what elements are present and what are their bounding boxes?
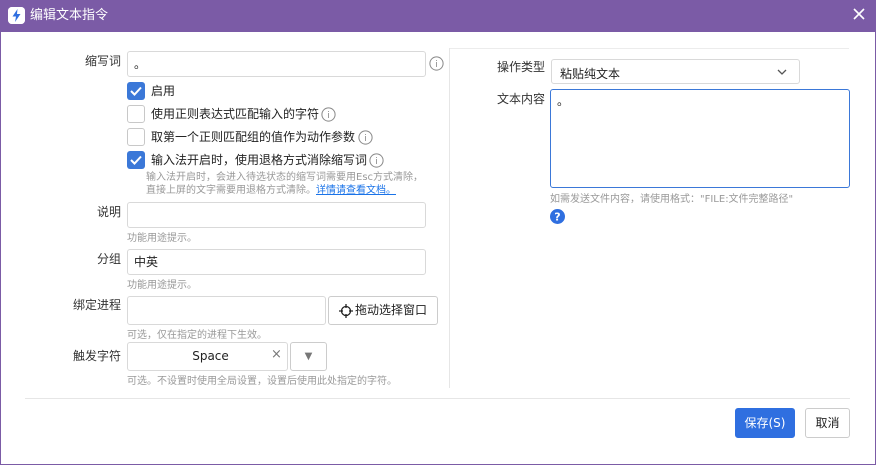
description-input[interactable] <box>127 202 426 228</box>
info-icon[interactable]: i <box>429 56 444 71</box>
dialog-window: 编辑文本指令 缩写词 。 i 启用 使用正则表达式匹配输入的字符 i 取第一个正… <box>0 0 876 465</box>
hint-line: 直接上屏的文字需要用退格方式清除。 <box>146 185 316 196</box>
drag-select-window-button[interactable]: 拖动选择窗口 <box>328 296 438 325</box>
action-type-value: 粘贴纯文本 <box>560 67 621 81</box>
info-icon[interactable]: i <box>321 107 336 122</box>
description-hint: 功能用途提示。 <box>127 233 197 244</box>
trigger-label: 触发字符 <box>72 349 121 363</box>
process-input[interactable] <box>127 296 326 325</box>
backspace-hint: 输入法开启时，会进入待选状态的缩写词需要用Esc方式清除， 直接上屏的文字需要用… <box>146 171 446 197</box>
info-icon[interactable]: i <box>358 130 373 145</box>
regex-label: 使用正则表达式匹配输入的字符 <box>151 107 320 121</box>
backspace-checkbox[interactable] <box>127 151 145 169</box>
crosshair-icon <box>338 303 353 318</box>
cancel-button[interactable]: 取消 <box>805 408 850 438</box>
window-title: 编辑文本指令 <box>30 8 109 23</box>
trigger-dropdown-button[interactable]: ▼ <box>290 342 327 371</box>
close-icon[interactable] <box>852 7 866 21</box>
abbr-label: 缩写词 <box>84 54 121 68</box>
enable-label: 启用 <box>151 84 176 98</box>
clear-icon[interactable]: × <box>271 347 282 362</box>
svg-text:i: i <box>327 111 330 121</box>
content-hint: 如需发送文件内容，请使用格式："FILE:文件完整路径" <box>550 194 794 205</box>
process-label: 绑定进程 <box>72 298 121 312</box>
divider <box>449 48 849 49</box>
svg-text:?: ? <box>554 211 560 224</box>
first-group-checkbox[interactable] <box>127 128 145 146</box>
group-hint: 功能用途提示。 <box>127 280 197 291</box>
process-hint: 可选，仅在指定的进程下生效。 <box>127 330 267 341</box>
content-value: 。 <box>557 94 570 108</box>
save-button[interactable]: 保存(S) <box>735 408 795 438</box>
trigger-input[interactable]: Space <box>127 342 288 371</box>
abbr-input[interactable]: 。 <box>127 51 426 77</box>
group-label: 分组 <box>96 252 121 266</box>
trigger-hint: 可选。不设置时使用全局设置，设置后使用此处指定的字符。 <box>127 376 397 387</box>
lightning-bolt-icon <box>8 7 25 24</box>
group-input[interactable]: 中英 <box>127 249 426 275</box>
action-type-select[interactable]: 粘贴纯文本 <box>551 59 800 84</box>
divider <box>449 48 450 388</box>
backspace-label: 输入法开启时，使用退格方式消除缩写词 <box>151 153 368 167</box>
hint-line: 输入法开启时，会进入待选状态的缩写词需要用Esc方式清除， <box>146 172 424 183</box>
svg-text:i: i <box>435 60 438 70</box>
help-icon[interactable]: ? <box>550 209 565 224</box>
chevron-down-icon <box>777 69 787 75</box>
svg-text:i: i <box>375 157 378 167</box>
description-label: 说明 <box>96 205 121 219</box>
content-textarea[interactable]: 。 <box>550 89 850 188</box>
docs-link[interactable]: 详情请查看文档。 <box>316 185 396 196</box>
regex-checkbox[interactable] <box>127 105 145 123</box>
dialog-body: 缩写词 。 i 启用 使用正则表达式匹配输入的字符 i 取第一个正则匹配组的值作… <box>1 32 875 464</box>
info-icon[interactable]: i <box>369 153 384 168</box>
first-group-label: 取第一个正则匹配组的值作为动作参数 <box>151 130 356 144</box>
svg-text:i: i <box>364 134 367 144</box>
enable-checkbox[interactable] <box>127 82 145 100</box>
content-label: 文本内容 <box>496 92 545 106</box>
title-bar: 编辑文本指令 <box>0 0 876 32</box>
trigger-value: Space <box>192 349 229 363</box>
drag-select-label: 拖动选择窗口 <box>354 303 427 317</box>
action-type-label: 操作类型 <box>496 60 545 74</box>
footer-divider <box>25 398 850 399</box>
